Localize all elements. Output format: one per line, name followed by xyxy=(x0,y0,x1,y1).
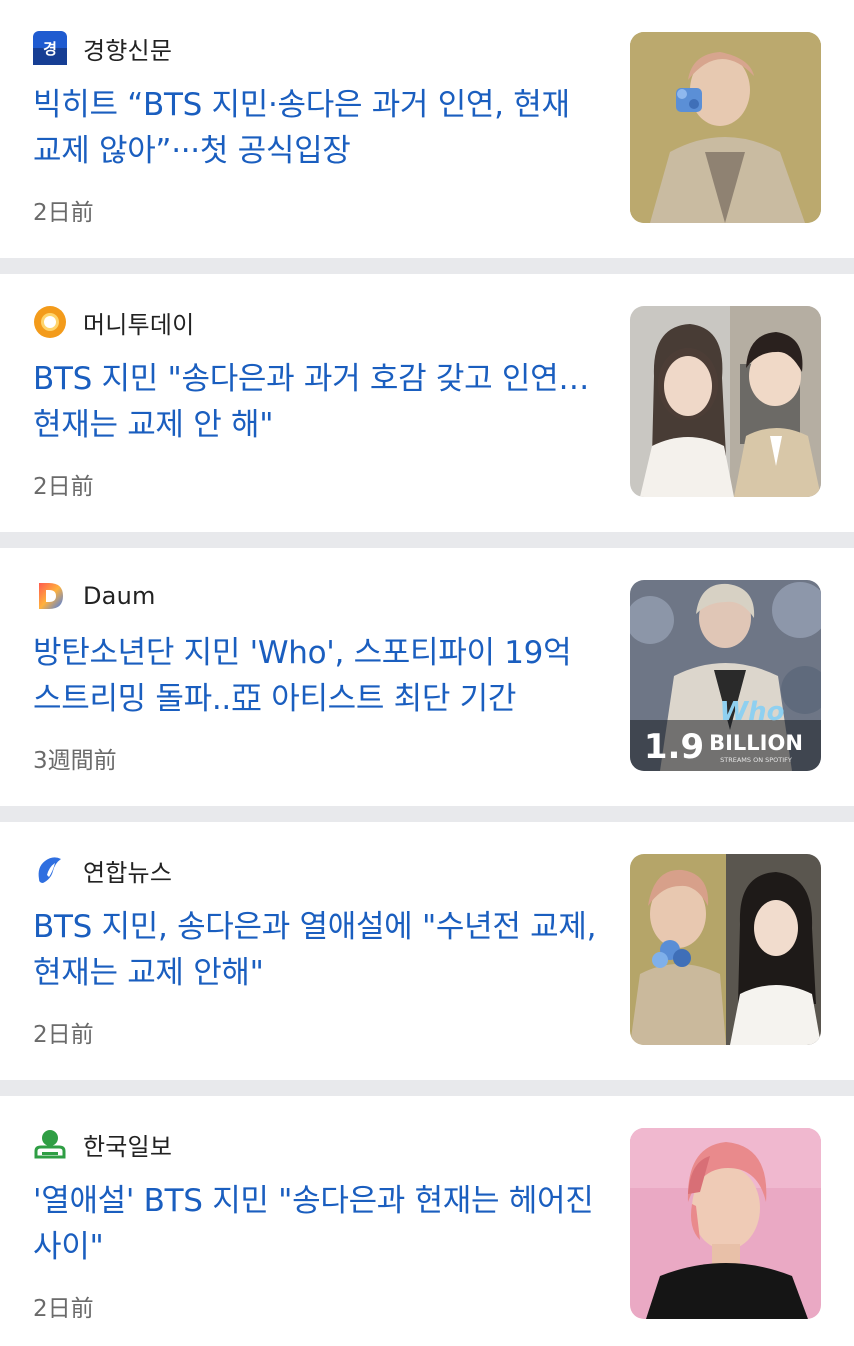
news-card[interactable]: 경 경향신문 빅히트 “BTS 지민·송다은 과거 인연, 현재 교제 않아”·… xyxy=(0,0,854,258)
who-title: Who xyxy=(719,697,784,727)
source-row: 머니투데이 xyxy=(33,304,194,340)
hankookilbo-logo-icon xyxy=(33,1127,67,1161)
daum-logo-icon xyxy=(33,579,67,613)
headline-link[interactable]: 빅히트 “BTS 지민·송다은 과거 인연, 현재 교제 않아”···첫 공식입… xyxy=(33,82,603,174)
headline-link[interactable]: 방탄소년단 지민 'Who', 스포티파이 19억 스트리밍 돌파..亞 아티스… xyxy=(33,630,603,722)
split-two-person-photo[interactable] xyxy=(630,854,821,1045)
news-feed: 경 경향신문 빅히트 “BTS 지민·송다은 과거 인연, 현재 교제 않아”·… xyxy=(0,0,854,1346)
timestamp: 2日前 xyxy=(33,1022,94,1048)
streams-unit: BILLION xyxy=(709,731,803,755)
kyunghyang-logo-icon: 경 xyxy=(33,31,67,65)
timestamp: 2日前 xyxy=(33,200,94,226)
news-card[interactable]: Daum 방탄소년단 지민 'Who', 스포티파이 19억 스트리밍 돌파..… xyxy=(0,548,854,806)
headline-link[interactable]: BTS 지민 "송다은과 과거 호감 갖고 인연…현재는 교제 안 해" xyxy=(33,356,603,448)
source-row: 한국일보 xyxy=(33,1126,172,1162)
source-name: 머니투데이 xyxy=(83,310,195,339)
moneytoday-logo-icon xyxy=(33,305,67,339)
source-row: 경 경향신문 xyxy=(33,30,172,66)
news-card[interactable]: 연합뉴스 BTS 지민, 송다은과 열애설에 "수년전 교제, 현재는 교제 안… xyxy=(0,822,854,1080)
timestamp: 3週間前 xyxy=(33,748,117,774)
source-name: Daum xyxy=(83,582,156,610)
person-pink-background-photo[interactable] xyxy=(630,1128,821,1319)
source-row: 연합뉴스 xyxy=(33,852,172,888)
two-people-photo[interactable] xyxy=(630,306,821,497)
svg-text:경: 경 xyxy=(43,40,57,58)
streams-number: 1.9 xyxy=(644,727,704,767)
source-name: 연합뉴스 xyxy=(83,858,173,887)
timestamp: 2日前 xyxy=(33,1296,94,1322)
headline-link[interactable]: '열애설' BTS 지민 "송다은과 현재는 헤어진 사이" xyxy=(33,1178,603,1270)
news-card[interactable]: 머니투데이 BTS 지민 "송다은과 과거 호감 갖고 인연…현재는 교제 안 … xyxy=(0,274,854,532)
person-beige-suit-photo[interactable] xyxy=(630,32,821,223)
who-streams-graphic[interactable]: Who 1.9 BILLION STREAMS ON SPOTIFY xyxy=(630,580,821,771)
timestamp: 2日前 xyxy=(33,474,94,500)
streams-caption: STREAMS ON SPOTIFY xyxy=(720,756,792,764)
source-name: 한국일보 xyxy=(83,1132,173,1161)
yonhap-logo-icon xyxy=(33,853,67,887)
news-card[interactable]: 한국일보 '열애설' BTS 지민 "송다은과 현재는 헤어진 사이" 2日前 xyxy=(0,1096,854,1346)
source-row: Daum xyxy=(33,578,156,614)
source-name: 경향신문 xyxy=(83,36,173,65)
headline-link[interactable]: BTS 지민, 송다은과 열애설에 "수년전 교제, 현재는 교제 안해" xyxy=(33,904,603,996)
